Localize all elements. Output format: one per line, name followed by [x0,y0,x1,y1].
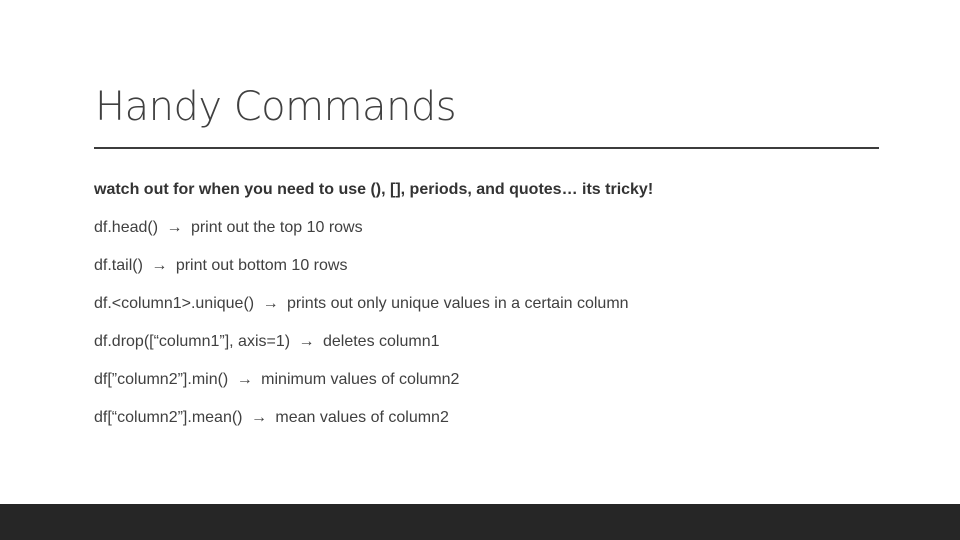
note-text: watch out for when you need to use (), [… [94,181,654,198]
command-code: df.head() [94,219,159,236]
command-description: minimum values of column2 [261,371,460,388]
slide: Handy Commands watch out for when you ne… [0,0,960,540]
command-description: prints out only unique values in a certa… [287,295,629,312]
footer-bar [0,504,960,540]
command-description: print out the top 10 rows [190,219,363,236]
arrow-right-icon: → [151,257,168,274]
command-description: mean values of column2 [275,409,449,426]
arrow-right-icon: → [250,409,267,426]
command-description: print out bottom 10 rows [175,257,348,274]
command-code: df.tail() [94,257,143,274]
command-item: df.<column1>.unique() → prints out only … [94,285,653,323]
command-item: df.head() → print out the top 10 rows [94,209,653,247]
arrow-right-icon: → [236,371,253,388]
command-code: df.<column1>.unique() [94,295,255,312]
arrow-right-icon: → [166,219,183,236]
title-divider [94,147,879,149]
slide-title: Handy Commands [95,84,457,130]
command-code: df[”column2”].min() [94,371,229,388]
command-item: df[”column2”].min() → minimum values of … [94,361,653,399]
slide-body: watch out for when you need to use (), [… [94,171,653,437]
command-item: df.drop([“column1”], axis=1) → deletes c… [94,323,653,361]
arrow-right-icon: → [298,333,315,350]
command-code: df[“column2”].mean() [94,409,243,426]
arrow-right-icon: → [262,295,279,312]
command-code: df.drop([“column1”], axis=1) [94,333,291,350]
command-item: df[“column2”].mean() → mean values of co… [94,399,653,437]
command-item: df.tail() → print out bottom 10 rows [94,247,653,285]
command-description: deletes column1 [322,333,440,350]
